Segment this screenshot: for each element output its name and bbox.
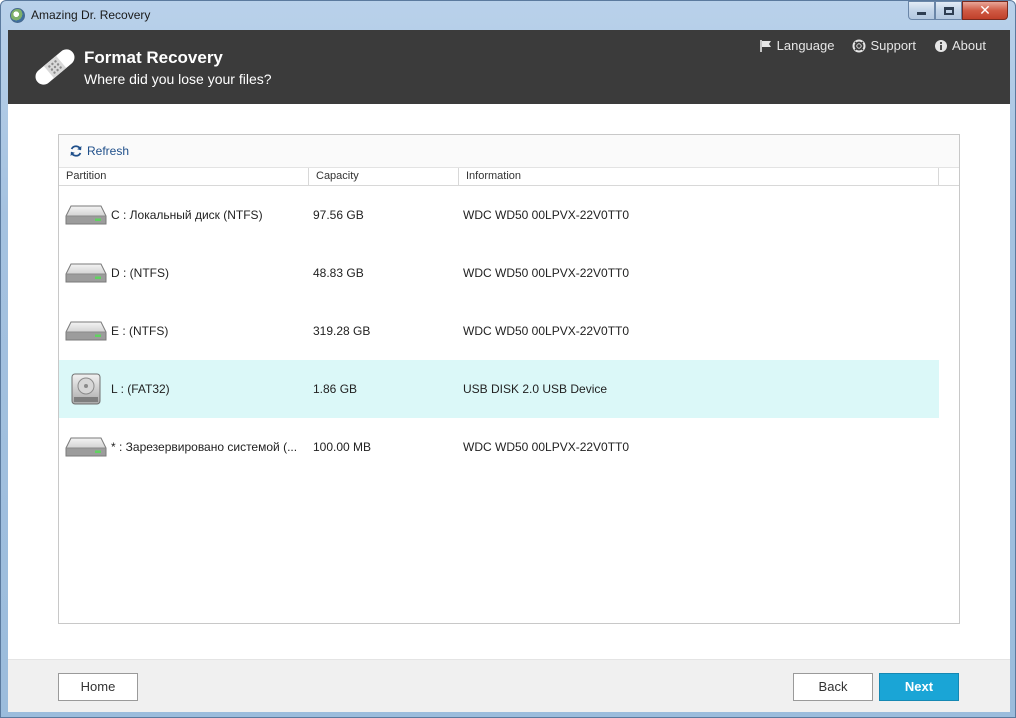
hard-drive-icon bbox=[65, 260, 107, 289]
minimize-button[interactable] bbox=[908, 1, 935, 20]
partition-name: C : Локальный диск (NTFS) bbox=[111, 208, 263, 222]
usb-drive-icon bbox=[69, 372, 103, 409]
page-title: Format Recovery bbox=[84, 48, 223, 67]
table-row[interactable]: E : (NTFS) 319.28 GB WDC WD50 00LPVX-22V0T… bbox=[59, 302, 939, 360]
partition-capacity: 319.28 GB bbox=[313, 324, 371, 338]
partition-information: WDC WD50 00LPVX-22V0TT0 bbox=[463, 208, 630, 222]
list-toolbar: Refresh bbox=[59, 135, 959, 168]
support-label: Support bbox=[870, 38, 917, 53]
footer-bar: Home Back Next bbox=[8, 659, 1010, 712]
partition-capacity: 1.86 GB bbox=[313, 382, 358, 396]
partition-name: * : Зарезервировано системой (... bbox=[111, 440, 298, 454]
table-row[interactable]: C : Локальный диск (NTFS) 97.56 GB WDC WD5… bbox=[59, 186, 939, 244]
hard-drive-icon bbox=[65, 318, 107, 347]
hard-drive-icon bbox=[65, 202, 107, 231]
header-bar: Format Recovery Where did you lose your … bbox=[8, 30, 1010, 104]
partition-list-panel: Refresh Partition Capacity Information C… bbox=[58, 134, 960, 624]
close-icon: ✕ bbox=[979, 2, 991, 19]
column-header-partition[interactable]: Partition bbox=[59, 168, 309, 186]
table-row[interactable]: * : Зарезервировано системой (... 100.00 … bbox=[59, 418, 939, 476]
partition-name: E : (NTFS) bbox=[111, 324, 169, 338]
header-links: Language Support About bbox=[759, 38, 986, 53]
refresh-button[interactable]: Refresh bbox=[69, 144, 129, 158]
lifebuoy-icon bbox=[852, 39, 866, 52]
close-button[interactable]: ✕ bbox=[962, 1, 1008, 20]
partition-capacity: 97.56 GB bbox=[313, 208, 364, 222]
maximize-button[interactable] bbox=[935, 1, 962, 20]
app-icon bbox=[10, 8, 25, 23]
partition-information: WDC WD50 00LPVX-22V0TT0 bbox=[463, 266, 630, 280]
next-button[interactable]: Next bbox=[879, 673, 959, 701]
window-controls: ✕ bbox=[908, 1, 1008, 21]
table-row[interactable]: L : (FAT32) 1.86 GB USB DISK 2.0 USB Devic… bbox=[59, 360, 939, 418]
partition-information: WDC WD50 00LPVX-22V0TT0 bbox=[463, 324, 630, 338]
flag-icon bbox=[759, 39, 771, 52]
minimize-icon bbox=[917, 12, 926, 15]
about-link[interactable]: About bbox=[934, 38, 986, 53]
partition-capacity: 48.83 GB bbox=[313, 266, 364, 280]
about-label: About bbox=[952, 38, 986, 53]
client-area: Format Recovery Where did you lose your … bbox=[8, 30, 1010, 712]
window-title: Amazing Dr. Recovery bbox=[31, 8, 151, 22]
column-header-capacity[interactable]: Capacity bbox=[309, 168, 459, 186]
partition-information: WDC WD50 00LPVX-22V0TT0 bbox=[463, 440, 630, 454]
hard-drive-icon bbox=[65, 434, 107, 463]
partition-capacity: 100.00 MB bbox=[313, 440, 372, 454]
table-row[interactable]: D : (NTFS) 48.83 GB WDC WD50 00LPVX-22V0TT… bbox=[59, 244, 939, 302]
table-header: Partition Capacity Information bbox=[59, 168, 959, 186]
page-subtitle: Where did you lose your files? bbox=[84, 71, 272, 87]
home-button[interactable]: Home bbox=[58, 673, 138, 701]
maximize-icon bbox=[943, 6, 954, 15]
title-bar[interactable]: Amazing Dr. Recovery ✕ bbox=[1, 1, 1015, 30]
language-label: Language bbox=[776, 38, 835, 53]
refresh-icon bbox=[70, 145, 82, 157]
app-window: Amazing Dr. Recovery ✕ Format Recovery W… bbox=[0, 0, 1016, 718]
bandage-logo-icon bbox=[35, 49, 75, 85]
partition-name: L : (FAT32) bbox=[111, 382, 170, 396]
column-header-information[interactable]: Information bbox=[459, 168, 939, 186]
refresh-label: Refresh bbox=[87, 144, 130, 158]
support-link[interactable]: Support bbox=[852, 38, 916, 53]
info-icon bbox=[935, 39, 948, 52]
partition-information: USB DISK 2.0 USB Device bbox=[463, 382, 608, 396]
back-button[interactable]: Back bbox=[793, 673, 873, 701]
language-link[interactable]: Language bbox=[759, 38, 835, 53]
partition-name: D : (NTFS) bbox=[111, 266, 169, 280]
